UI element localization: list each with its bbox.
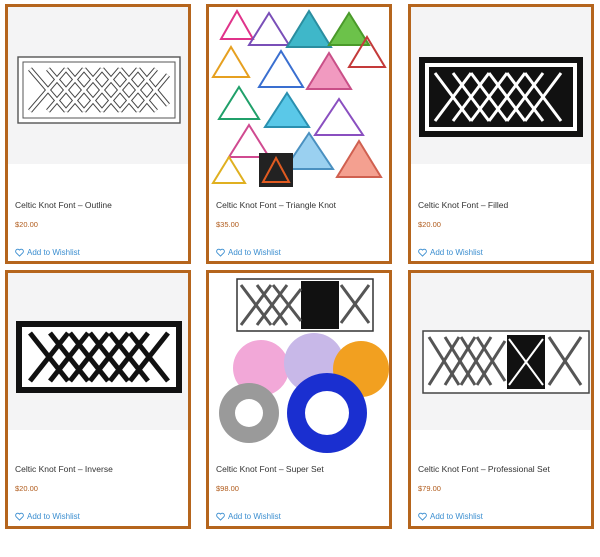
product-title[interactable]: Celtic Knot Font – Filled	[418, 200, 508, 210]
product-title[interactable]: Celtic Knot Font – Inverse	[15, 464, 113, 474]
product-image-professional-set[interactable]	[411, 273, 591, 430]
add-to-wishlist-link[interactable]: Add to Wishlist	[216, 512, 281, 521]
add-to-wishlist-link[interactable]: Add to Wishlist	[418, 512, 483, 521]
heart-icon	[15, 512, 24, 521]
product-title[interactable]: Celtic Knot Font – Professional Set	[418, 464, 550, 474]
product-card-inverse[interactable]: Celtic Knot Font – Inverse $20.00 Add to…	[5, 270, 191, 529]
add-to-wishlist-link[interactable]: Add to Wishlist	[15, 248, 80, 257]
product-image-super-set[interactable]	[209, 273, 389, 457]
heart-icon	[418, 512, 427, 521]
product-price: $20.00	[15, 484, 38, 493]
product-image-triangle-knot[interactable]	[209, 7, 389, 191]
product-card-triangle-knot[interactable]: Celtic Knot Font – Triangle Knot $35.00 …	[206, 4, 392, 264]
product-title[interactable]: Celtic Knot Font – Triangle Knot	[216, 200, 336, 210]
add-to-wishlist-link[interactable]: Add to Wishlist	[15, 512, 80, 521]
product-price: $20.00	[15, 220, 38, 229]
wishlist-label: Add to Wishlist	[430, 248, 483, 257]
product-card-super-set[interactable]: Celtic Knot Font – Super Set $98.00 Add …	[206, 270, 392, 529]
wishlist-label: Add to Wishlist	[228, 512, 281, 521]
product-price: $35.00	[216, 220, 239, 229]
product-price: $20.00	[418, 220, 441, 229]
product-card-outline[interactable]: Celtic Knot Font – Outline $20.00 Add to…	[5, 4, 191, 264]
product-image-outline[interactable]	[8, 7, 188, 164]
heart-icon	[216, 248, 225, 257]
product-card-filled[interactable]: Celtic Knot Font – Filled $20.00 Add to …	[408, 4, 594, 264]
product-image-inverse[interactable]	[8, 273, 188, 430]
wishlist-label: Add to Wishlist	[27, 248, 80, 257]
wishlist-label: Add to Wishlist	[430, 512, 483, 521]
wishlist-label: Add to Wishlist	[27, 512, 80, 521]
product-image-filled[interactable]	[411, 7, 591, 164]
wishlist-label: Add to Wishlist	[228, 248, 281, 257]
product-price: $79.00	[418, 484, 441, 493]
product-price: $98.00	[216, 484, 239, 493]
product-title[interactable]: Celtic Knot Font – Super Set	[216, 464, 324, 474]
product-title[interactable]: Celtic Knot Font – Outline	[15, 200, 112, 210]
heart-icon	[216, 512, 225, 521]
add-to-wishlist-link[interactable]: Add to Wishlist	[418, 248, 483, 257]
product-card-professional-set[interactable]: Celtic Knot Font – Professional Set $79.…	[408, 270, 594, 529]
heart-icon	[418, 248, 427, 257]
heart-icon	[15, 248, 24, 257]
add-to-wishlist-link[interactable]: Add to Wishlist	[216, 248, 281, 257]
